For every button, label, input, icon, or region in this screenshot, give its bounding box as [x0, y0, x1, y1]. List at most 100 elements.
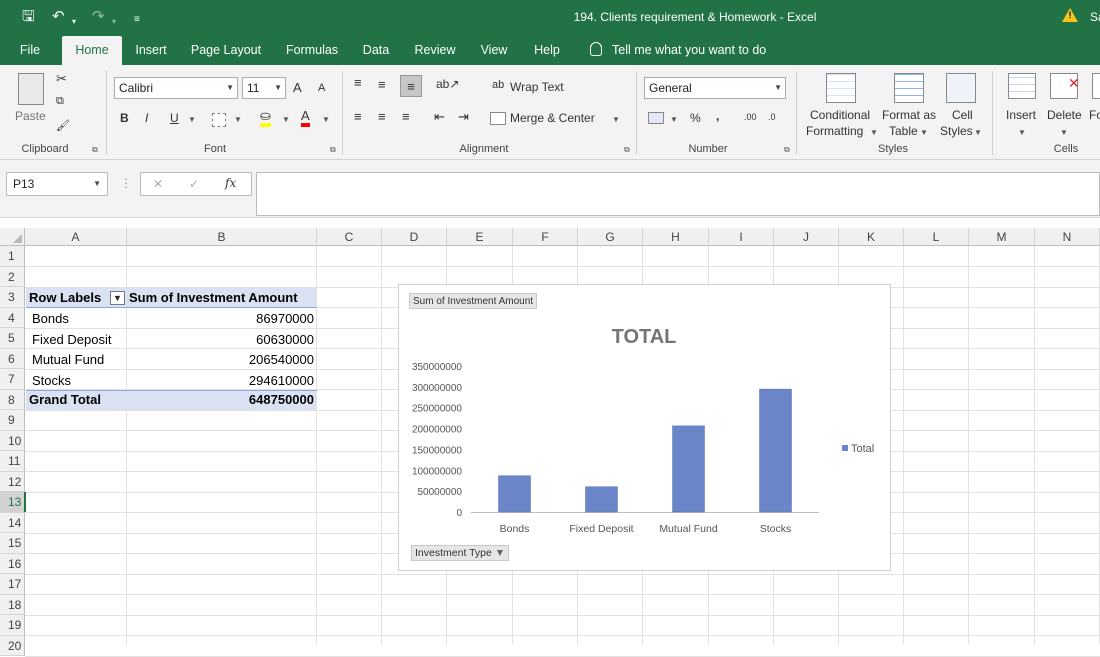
format-painter-icon[interactable]: 🖌 [56, 119, 70, 132]
percent-button[interactable]: % [690, 111, 701, 125]
cell-styles-button[interactable]: Cell [952, 108, 973, 122]
format-cells-icon[interactable] [1092, 73, 1100, 99]
row-header-12[interactable]: 12 [0, 471, 25, 492]
insert-function-icon[interactable]: fx [225, 176, 236, 190]
bar-mutual-fund[interactable] [672, 425, 705, 513]
merge-center-button[interactable]: Merge & Center [510, 111, 595, 125]
increase-decimal-button[interactable]: .00 [744, 112, 757, 122]
bar-bonds[interactable] [498, 475, 531, 513]
tab-formulas[interactable]: Formulas [278, 36, 346, 65]
column-header-a[interactable]: A [25, 228, 127, 246]
conditional-formatting-button[interactable]: Conditional [810, 108, 870, 122]
row-header-4[interactable]: 4 [0, 307, 25, 328]
chevron-down-icon[interactable]: ▼ [670, 115, 678, 124]
undo-dropdown-icon[interactable]: ▾ [72, 13, 76, 31]
bar-stocks[interactable] [759, 388, 792, 513]
chevron-down-icon[interactable]: ▼ [188, 115, 196, 124]
row-header-1[interactable]: 1 [0, 246, 25, 267]
tab-review[interactable]: Review [406, 36, 464, 65]
row-header-14[interactable]: 14 [0, 512, 25, 533]
pivot-row-label[interactable]: Stocks [32, 371, 71, 391]
row-header-5[interactable]: 5 [0, 328, 25, 349]
pivot-value-header[interactable]: Sum of Investment Amount [129, 288, 298, 308]
format-as-table-label2[interactable]: Table [889, 124, 918, 138]
wrap-text-button[interactable]: Wrap Text [510, 80, 564, 94]
font-size-select[interactable]: 11 ▼ [242, 77, 286, 99]
row-header-18[interactable]: 18 [0, 594, 25, 615]
enter-icon[interactable]: ✓ [189, 177, 199, 191]
column-header-k[interactable]: K [839, 228, 904, 246]
column-header-f[interactable]: F [513, 228, 578, 246]
align-bottom-icon[interactable]: ≡ [400, 75, 422, 97]
column-header-d[interactable]: D [382, 228, 447, 246]
copy-icon[interactable]: ⧉ [56, 95, 64, 108]
chevron-down-icon[interactable]: ▼ [1018, 128, 1026, 137]
column-header-l[interactable]: L [904, 228, 969, 246]
chevron-down-icon[interactable]: ▼ [920, 128, 928, 137]
user-account[interactable]: Sa [1090, 10, 1100, 24]
row-header-2[interactable]: 2 [0, 266, 25, 287]
pivot-row-label[interactable]: Fixed Deposit [32, 330, 111, 350]
align-right-icon[interactable]: ≡ [402, 109, 410, 124]
row-header-19[interactable]: 19 [0, 615, 25, 636]
row-header-10[interactable]: 10 [0, 430, 25, 451]
increase-indent-icon[interactable]: ⇥ [458, 109, 469, 125]
tab-insert[interactable]: Insert [128, 36, 174, 65]
row-header-6[interactable]: 6 [0, 348, 25, 369]
number-launcher-icon[interactable]: ⧉ [784, 145, 790, 155]
align-left-icon[interactable]: ≡ [354, 109, 362, 124]
row-header-7[interactable]: 7 [0, 369, 25, 390]
alignment-launcher-icon[interactable]: ⧉ [624, 145, 630, 155]
row-header-3[interactable]: 3 [0, 287, 25, 308]
decrease-decimal-button[interactable]: .0 [768, 112, 776, 122]
tell-me-search[interactable]: Tell me what you want to do [612, 36, 782, 65]
save-icon[interactable]: 🖫 [22, 8, 35, 26]
underline-button[interactable]: U [170, 111, 179, 125]
pivot-grand-total-value[interactable]: 648750000 [128, 390, 316, 410]
italic-button[interactable]: I [145, 111, 148, 125]
paste-icon[interactable] [18, 73, 44, 105]
cancel-icon[interactable]: ✕ [153, 177, 163, 191]
delete-cells-button[interactable]: Delete [1047, 108, 1082, 122]
chevron-down-icon[interactable]: ▼ [234, 115, 242, 124]
pivot-row-label[interactable]: Bonds [32, 309, 69, 329]
redo-icon[interactable]: ↷ [92, 8, 105, 26]
row-header-9[interactable]: 9 [0, 410, 25, 431]
redo-dropdown-icon[interactable]: ▾ [112, 13, 116, 31]
row-header-15[interactable]: 15 [0, 533, 25, 554]
chevron-down-icon[interactable]: ▼ [974, 128, 982, 137]
row-header-20[interactable]: 20 [0, 635, 25, 656]
column-header-c[interactable]: C [317, 228, 382, 246]
pivot-row-labels-header[interactable]: Row Labels [29, 288, 101, 308]
filter-icon[interactable]: ▼ [110, 291, 125, 305]
currency-icon[interactable] [648, 112, 664, 124]
cell-styles-icon[interactable] [946, 73, 976, 103]
row-header-17[interactable]: 17 [0, 574, 25, 595]
axis-field-button[interactable]: Investment Type ▼ [411, 545, 510, 561]
pivot-chart[interactable]: Sum of Investment Amount TOTAL 0 50000000… [398, 284, 891, 571]
row-header-16[interactable]: 16 [0, 553, 25, 574]
pivot-row-value[interactable]: 86970000 [128, 309, 316, 329]
insert-cells-icon[interactable] [1008, 73, 1036, 99]
conditional-formatting-icon[interactable] [826, 73, 856, 103]
align-center-icon[interactable]: ≡ [378, 109, 386, 124]
chevron-down-icon[interactable]: ▼ [1060, 128, 1068, 137]
align-top-icon[interactable]: ≡ [354, 75, 362, 90]
pivot-row-value[interactable]: 60630000 [128, 330, 316, 350]
fill-color-icon[interactable]: ⛀ [260, 109, 271, 127]
row-header-11[interactable]: 11 [0, 451, 25, 472]
customize-quick-access-icon[interactable]: ≡ [134, 11, 140, 29]
number-format-select[interactable]: General ▼ [644, 77, 786, 99]
pivot-row-value[interactable]: 294610000 [128, 371, 316, 391]
row-header-13[interactable]: 13 [0, 492, 25, 513]
tab-home[interactable]: Home [62, 36, 122, 65]
chevron-down-icon[interactable]: ▼ [282, 115, 290, 124]
comma-button[interactable]: , [716, 109, 719, 123]
orientation-icon[interactable]: ab↗ [436, 77, 459, 91]
column-header-b[interactable]: B [127, 228, 317, 246]
chevron-down-icon[interactable]: ▼ [612, 115, 620, 124]
increase-font-button[interactable]: A [293, 80, 302, 95]
bar-fixed-deposit[interactable] [585, 486, 618, 513]
cell-styles-label2[interactable]: Styles [940, 124, 973, 138]
name-box[interactable]: P13 ▼ [6, 172, 108, 196]
